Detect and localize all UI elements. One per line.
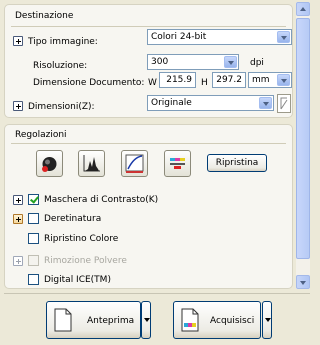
dimensioni-select[interactable]: Originale	[147, 95, 274, 111]
digital-ice-label: Digital ICE(TM)	[44, 275, 111, 285]
color-palette-icon	[170, 158, 185, 169]
width-label: W	[148, 78, 157, 88]
footer-divider	[4, 293, 310, 294]
dust-removal-expand-icon	[13, 256, 23, 266]
contrast-mask-label: Maschera di Contrasto(K)	[44, 195, 159, 205]
dust-removal-checkbox	[28, 255, 39, 266]
dimensioni-expand-icon[interactable]	[13, 101, 23, 111]
height-input[interactable]: 297.2	[212, 72, 246, 88]
auto-exposure-icon	[42, 157, 57, 172]
dropdown-arrow-icon[interactable]	[277, 74, 290, 86]
scan-page-icon	[181, 308, 199, 332]
risoluzione-unit: dpi	[250, 58, 264, 68]
lock-ratio-icon	[280, 97, 288, 110]
descreening-label: Deretinatura	[44, 214, 102, 224]
risoluzione-label: Risoluzione:	[33, 61, 88, 71]
color-restoration-label: Ripristino Colore	[44, 234, 119, 244]
preview-page-icon	[54, 308, 72, 332]
preview-button[interactable]: Anteprima	[46, 301, 141, 339]
dropdown-arrow-icon	[265, 318, 271, 322]
tipo-immagine-select[interactable]: Colori 24-bit	[147, 29, 292, 45]
reset-button[interactable]: Ripristina	[207, 154, 267, 172]
unit-select[interactable]: mm	[248, 72, 292, 88]
histogram-button[interactable]	[78, 150, 105, 177]
vertical-scrollbar[interactable]	[296, 2, 310, 289]
dust-removal-label: Rimozione Polvere	[44, 256, 127, 266]
section-divider	[11, 143, 286, 144]
tipo-immagine-label: Tipo immagine:	[28, 37, 98, 47]
descreening-checkbox[interactable]	[28, 213, 39, 224]
tone-curve-button[interactable]	[121, 150, 148, 177]
dimensioni-label: Dimensioni(Z):	[28, 102, 95, 112]
reset-button-label: Ripristina	[215, 158, 259, 168]
dropdown-arrow-icon[interactable]	[277, 31, 290, 43]
dropdown-arrow-icon[interactable]	[259, 97, 272, 109]
tipo-immagine-value: Colori 24-bit	[151, 32, 207, 42]
regolazioni-title: Regolazioni	[15, 130, 67, 140]
histogram-icon	[83, 155, 100, 172]
regolazioni-panel: Regolazioni Ripristina Maschera di Contr…	[4, 124, 293, 289]
lock-ratio-button[interactable]	[277, 94, 291, 113]
descreening-expand-icon[interactable]	[13, 214, 23, 224]
color-palette-button[interactable]	[164, 150, 191, 177]
risoluzione-value: 300	[151, 57, 169, 67]
scroll-up-icon[interactable]	[296, 2, 310, 16]
destinazione-panel: Destinazione Tipo immagine: Colori 24-bi…	[4, 4, 293, 118]
contrast-mask-expand-icon[interactable]	[13, 195, 23, 205]
width-input[interactable]: 215.9	[159, 72, 196, 88]
dimensioni-value: Originale	[151, 98, 192, 108]
destinazione-title: Destinazione	[15, 11, 74, 21]
dropdown-arrow-icon[interactable]	[224, 56, 237, 68]
unit-value: mm	[252, 75, 270, 85]
preview-options-button[interactable]	[141, 301, 151, 339]
tipo-immagine-expand-icon[interactable]	[13, 36, 23, 46]
auto-exposure-button[interactable]	[36, 150, 63, 177]
scroll-down-icon[interactable]	[296, 275, 310, 289]
height-label: H	[201, 78, 208, 88]
scan-button[interactable]: Acquisisci	[173, 301, 261, 339]
digital-ice-checkbox[interactable]	[28, 274, 39, 285]
scan-options-button[interactable]	[262, 301, 272, 339]
scroll-thumb[interactable]	[296, 18, 310, 259]
preview-label: Anteprima	[87, 316, 135, 326]
section-divider	[11, 26, 286, 27]
tone-curve-icon	[125, 154, 144, 173]
contrast-mask-checkbox[interactable]	[28, 194, 39, 205]
scan-label: Acquisisci	[210, 316, 255, 326]
dropdown-arrow-icon	[144, 318, 150, 322]
color-restoration-checkbox[interactable]	[28, 233, 39, 244]
dimensione-documento-label: Dimensione Documento:	[33, 78, 145, 88]
risoluzione-select[interactable]: 300	[147, 54, 239, 70]
